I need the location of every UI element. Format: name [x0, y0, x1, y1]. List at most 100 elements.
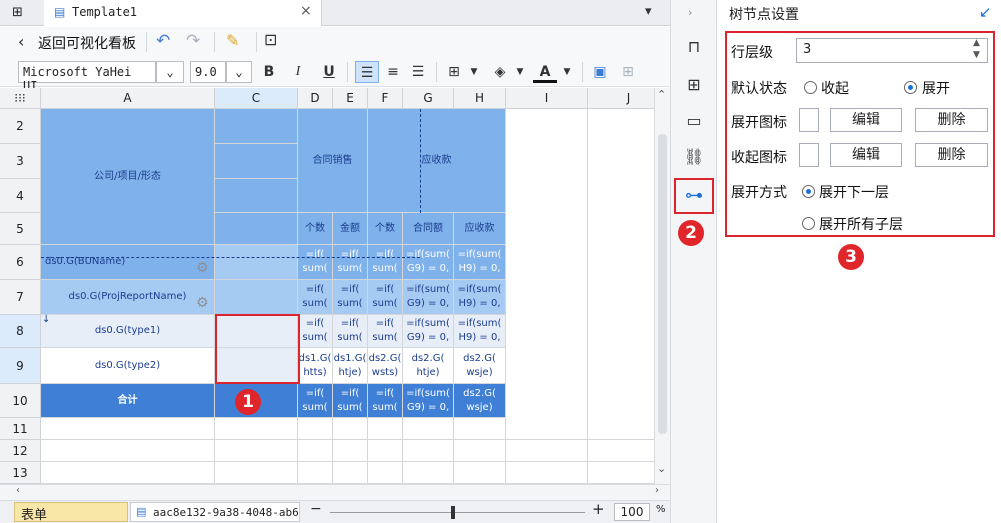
- cell-f9[interactable]: ds2.G( wsts): [368, 348, 403, 384]
- cell-d6[interactable]: =if( sum(: [298, 245, 333, 280]
- scroll-thumb[interactable]: [658, 134, 667, 434]
- cell-g5[interactable]: 合同额: [403, 213, 454, 245]
- cell-a6[interactable]: ds0.G(BUName): [41, 245, 215, 280]
- cell-d9[interactable]: ds1.G( htts): [298, 348, 333, 384]
- cell-g7[interactable]: =if(sum( G9) = 0,: [403, 280, 454, 315]
- cell-d7[interactable]: =if( sum(: [298, 280, 333, 315]
- collapse-icon-preview[interactable]: [799, 143, 819, 167]
- cell-e7[interactable]: =if( sum(: [333, 280, 368, 315]
- column-header-h[interactable]: H: [454, 88, 506, 109]
- gear-icon[interactable]: ⚙: [196, 295, 209, 311]
- font-color-dropdown-icon[interactable]: ▼: [555, 61, 579, 83]
- horizontal-scroll-area[interactable]: ‹ ›: [0, 484, 670, 500]
- row-header-3[interactable]: 3: [0, 144, 41, 179]
- column-header-a[interactable]: A: [41, 88, 215, 109]
- vertical-scrollbar[interactable]: ⌃ ⌄: [654, 88, 670, 484]
- font-family-select[interactable]: Microsoft YaHei UI: [18, 61, 156, 93]
- redo-icon[interactable]: ↷: [186, 31, 200, 51]
- fill-color-dropdown-icon[interactable]: ▼: [508, 61, 532, 83]
- font-size-select[interactable]: 9.0: [190, 61, 226, 83]
- align-center-icon[interactable]: ≡: [381, 61, 405, 83]
- cell-c5[interactable]: [215, 213, 298, 245]
- cell-g8[interactable]: =if(sum( G9) = 0,: [403, 315, 454, 348]
- cell-a10[interactable]: 合计: [41, 384, 215, 418]
- scroll-up-icon[interactable]: ⌃: [657, 88, 666, 101]
- row-level-input[interactable]: 3 ▲ ▼: [796, 38, 988, 63]
- zoom-slider-track[interactable]: [330, 512, 585, 513]
- row-header-6[interactable]: 6: [0, 245, 41, 280]
- cell-e9[interactable]: ds1.G( htje): [333, 348, 368, 384]
- zoom-in-icon[interactable]: +: [592, 500, 605, 518]
- expand-radio-label[interactable]: 展开: [922, 78, 950, 98]
- align-left-icon[interactable]: ☰: [355, 61, 379, 83]
- cell-a7[interactable]: ds0.G(ProjReportName): [41, 280, 215, 315]
- cell-c6[interactable]: [215, 245, 298, 280]
- cell-f5[interactable]: 个数: [368, 213, 403, 245]
- cell-e10[interactable]: =if( sum(: [333, 384, 368, 418]
- scroll-right-icon[interactable]: ›: [655, 485, 659, 496]
- gear-icon[interactable]: ⚙: [196, 260, 209, 276]
- collapse-icon-edit-button[interactable]: 编辑: [830, 143, 902, 167]
- cell-attribute-icon[interactable]: ⊓: [681, 34, 707, 60]
- cell-f10[interactable]: =if( sum(: [368, 384, 403, 418]
- collapse-radio[interactable]: [804, 81, 817, 94]
- cell-a9[interactable]: ds0.G(type2): [41, 348, 215, 384]
- align-right-icon[interactable]: ☰: [406, 61, 430, 83]
- row-header-2[interactable]: 2: [0, 109, 41, 144]
- font-color-button[interactable]: A: [533, 61, 557, 83]
- hyperlink-icon[interactable]: ⛓: [681, 144, 707, 170]
- sheet-tab[interactable]: 表单: [14, 502, 128, 523]
- cell-c7[interactable]: [215, 280, 298, 315]
- scroll-down-icon[interactable]: ⌄: [657, 462, 666, 475]
- collapse-panel-icon[interactable]: ›: [688, 6, 692, 19]
- condition-attribute-icon[interactable]: ⊞: [681, 72, 707, 98]
- expand-all-levels-label[interactable]: 展开所有子层: [819, 214, 903, 234]
- font-family-dropdown-icon[interactable]: ⌄: [156, 61, 184, 83]
- zoom-out-icon[interactable]: −: [310, 501, 322, 517]
- cell-d8[interactable]: =if( sum(: [298, 315, 333, 348]
- undo-icon[interactable]: ↶: [156, 31, 170, 51]
- italic-button[interactable]: I: [286, 61, 310, 83]
- cell-c3[interactable]: [215, 144, 298, 179]
- cell-d10[interactable]: =if( sum(: [298, 384, 333, 418]
- spinner-up-icon[interactable]: ▲: [973, 38, 980, 48]
- cell-d2-contract-sales[interactable]: 合同销售: [298, 109, 368, 213]
- select-all-corner[interactable]: ⁝⁝⁝: [0, 88, 41, 109]
- cell-h5[interactable]: 应收款: [454, 213, 506, 245]
- row-header-9[interactable]: 9: [0, 348, 41, 384]
- row-header-7[interactable]: 7: [0, 280, 41, 315]
- cell-h6[interactable]: =if(sum( H9) = 0,: [454, 245, 506, 280]
- expand-next-level-radio[interactable]: [802, 185, 815, 198]
- cell-h7[interactable]: =if(sum( H9) = 0,: [454, 280, 506, 315]
- back-to-dashboard-button[interactable]: 返回可视化看板: [38, 33, 136, 53]
- insert-text-icon[interactable]: ⊡: [264, 30, 277, 49]
- spreadsheet-grid[interactable]: ⁝⁝⁝ A C D E F G H I J 2 3 4 5 6 7 8 9 10…: [0, 88, 654, 484]
- new-template-icon[interactable]: ⊞: [12, 5, 23, 20]
- cell-e5[interactable]: 金额: [333, 213, 368, 245]
- widget-settings-icon[interactable]: ▭: [681, 108, 707, 134]
- expand-icon-delete-button[interactable]: 删除: [915, 108, 988, 132]
- row-header-8[interactable]: 8: [0, 315, 41, 348]
- cell-g10[interactable]: =if(sum( G9) = 0,: [403, 384, 454, 418]
- cell-a8[interactable]: ds0.G(type1): [41, 315, 215, 348]
- scroll-left-icon[interactable]: ‹: [16, 485, 20, 496]
- border-dropdown-icon[interactable]: ▼: [462, 61, 486, 83]
- format-brush-icon[interactable]: ✎: [226, 31, 239, 50]
- column-header-g[interactable]: G: [403, 88, 454, 109]
- cell-f6[interactable]: =if( sum(: [368, 245, 403, 280]
- cell-h9[interactable]: ds2.G( wsje): [454, 348, 506, 384]
- cell-g6[interactable]: =if(sum( G9) = 0,: [403, 245, 454, 280]
- expand-next-level-label[interactable]: 展开下一层: [819, 182, 889, 202]
- tab-menu-icon[interactable]: ▾: [645, 4, 652, 19]
- row-header-13[interactable]: 13: [0, 462, 41, 484]
- cell-g9[interactable]: ds2.G( htje): [403, 348, 454, 384]
- expand-all-levels-radio[interactable]: [802, 217, 815, 230]
- column-header-e[interactable]: E: [333, 88, 368, 109]
- cell-d5[interactable]: 个数: [298, 213, 333, 245]
- file-tab[interactable]: ▤ aac8e132-9a38-4048-ab6: [130, 502, 300, 522]
- merge-cells-icon[interactable]: ⊞: [616, 61, 640, 83]
- zoom-slider-thumb[interactable]: [451, 506, 455, 519]
- column-header-d[interactable]: D: [298, 88, 333, 109]
- expand-icon-edit-button[interactable]: 编辑: [830, 108, 902, 132]
- font-size-dropdown-icon[interactable]: ⌄: [226, 61, 252, 83]
